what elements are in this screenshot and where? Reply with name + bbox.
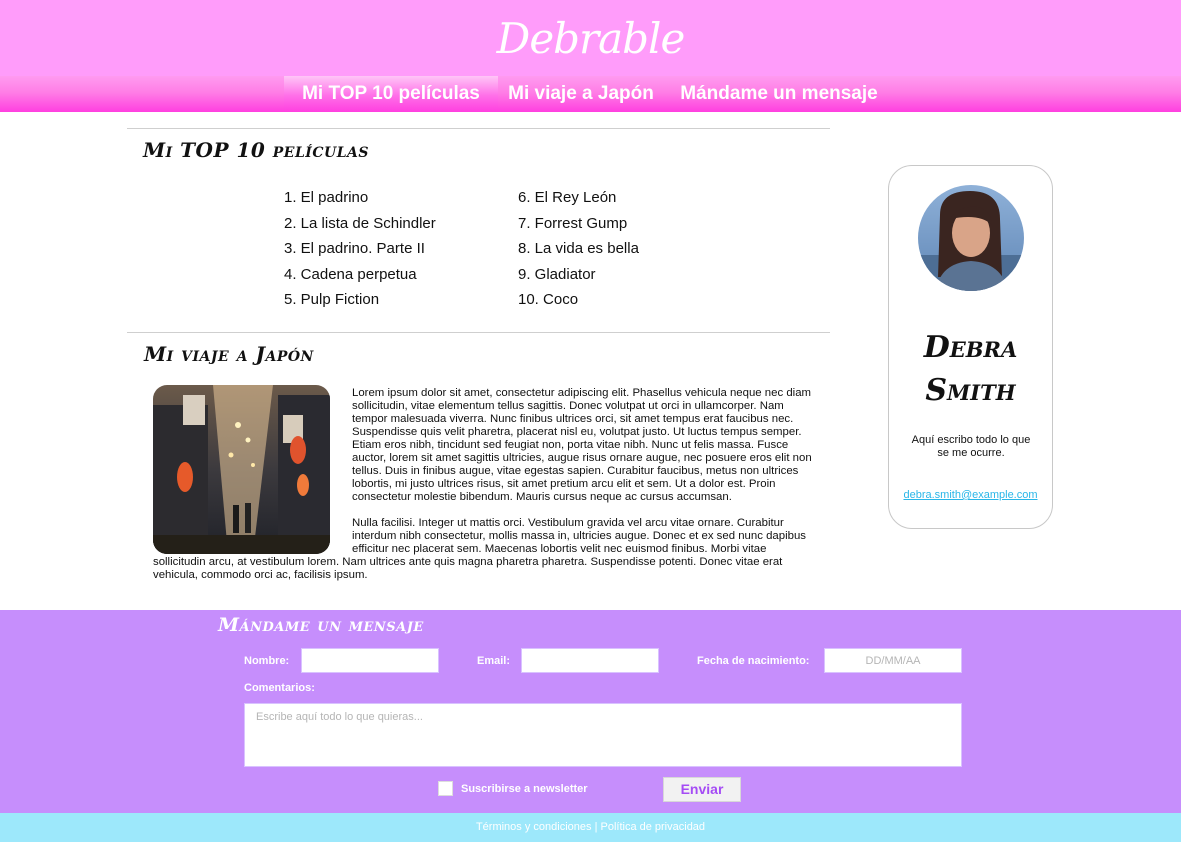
email-field[interactable] [521, 648, 659, 673]
top10-list-left: 1. El padrino 2. La lista de Schindler 3… [284, 185, 436, 313]
privacy-link[interactable]: Política de privacidad [600, 821, 705, 833]
list-item: 10. Coco [518, 291, 579, 308]
birthdate-field[interactable]: DD/MM/AA [824, 648, 962, 673]
japan-title: Mi viaje a Japón [144, 342, 314, 366]
terms-link[interactable]: Términos y condiciones [476, 821, 592, 833]
comments-textarea[interactable]: Escribe aquí todo lo que quieras... [244, 703, 962, 767]
list-item: 7. Forrest Gump [518, 214, 628, 232]
profile-bio: Aquí escribo todo lo que se me ocurre. [911, 434, 1031, 459]
avatar [918, 185, 1024, 291]
name-field[interactable] [301, 648, 439, 673]
site-logo[interactable]: Debrable [0, 0, 1181, 78]
list-item: 9. Gladiator [518, 265, 596, 283]
top10-list-right: 6. El Rey León 7. Forrest Gump 8. La vid… [518, 185, 639, 313]
newsletter-label[interactable]: Suscribirse a newsletter [461, 783, 588, 795]
list-item: 8. La vida es bella [518, 240, 639, 257]
profile-card: Debra Smith Aquí escribo todo lo que se … [888, 165, 1053, 529]
profile-email-link[interactable]: debra.smith@example.com [889, 489, 1052, 501]
site-footer: Términos y condiciones | Política de pri… [0, 813, 1181, 842]
list-item: 5. Pulp Fiction [284, 291, 380, 308]
japan-article: Lorem ipsum dolor sit amet, consectetur … [153, 387, 812, 595]
submit-button[interactable]: Enviar [663, 777, 741, 802]
nav-item-contact[interactable]: Mándame un mensaje [666, 76, 892, 112]
email-label: Email: [477, 655, 511, 667]
site-header: Debrable [0, 0, 1181, 76]
list-item: 6. El Rey León [518, 189, 617, 206]
nav-item-japan-trip[interactable]: Mi viaje a Japón [498, 76, 664, 112]
newsletter-checkbox[interactable] [438, 781, 453, 796]
nav-item-top10[interactable]: Mi TOP 10 películas [284, 76, 498, 112]
list-item: 1. El padrino [284, 189, 369, 206]
birthdate-label: Fecha de nacimiento: [697, 655, 810, 667]
list-item: 2. La lista de Schindler [284, 214, 436, 232]
profile-name: Debra Smith [923, 330, 1018, 408]
contact-section: Mándame un mensaje Nombre: Email: Fecha … [0, 610, 1181, 813]
name-label: Nombre: [244, 655, 290, 667]
section-divider [127, 128, 830, 129]
list-item: 3. El padrino. Parte II [284, 240, 425, 257]
section-divider [127, 332, 830, 333]
main-nav: Mi TOP 10 películas Mi viaje a Japón Mán… [0, 76, 1181, 112]
list-item: 4. Cadena perpetua [284, 265, 417, 283]
comments-label: Comentarios: [244, 682, 315, 694]
contact-title: Mándame un mensaje [218, 614, 424, 636]
top10-title: Mi TOP 10 películas [143, 138, 370, 162]
footer-separator: | [594, 821, 598, 833]
